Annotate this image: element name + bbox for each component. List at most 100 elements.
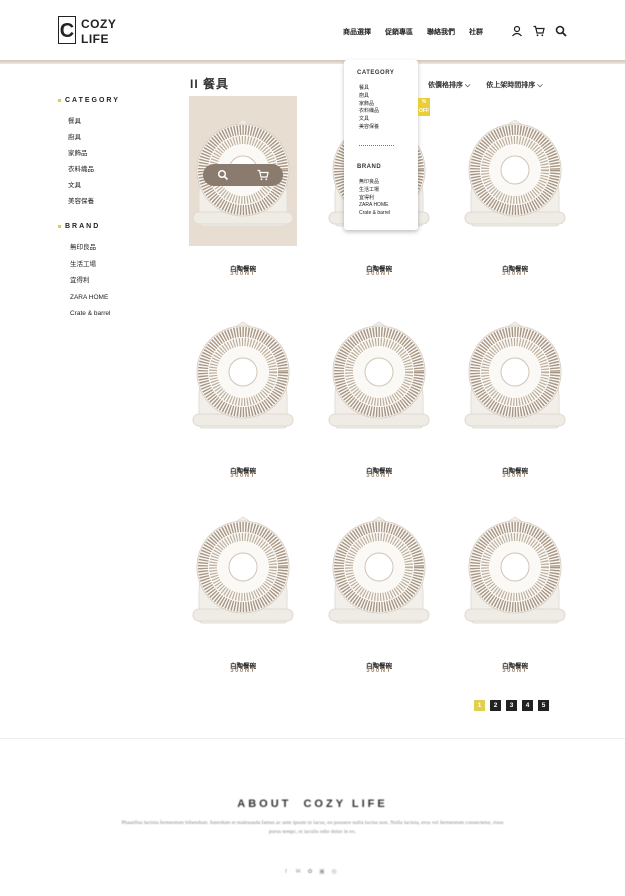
fan-image	[192, 321, 294, 429]
product-image[interactable]	[461, 493, 569, 643]
fan-image	[464, 321, 566, 429]
page-title: II 餐具	[190, 77, 230, 91]
fan-image	[464, 119, 566, 227]
logo-word-2: LIFE	[81, 32, 109, 46]
product-price: 300NT	[502, 668, 528, 674]
page-button-5[interactable]: 5	[538, 700, 549, 711]
sidebar-item-tableware[interactable]: 餐具	[68, 114, 168, 130]
sidebar-brand-title: BRAND	[58, 220, 168, 232]
product-price: 300NT	[230, 473, 256, 479]
about-text: Phasellus lacinia fermentum bibendum. In…	[121, 820, 504, 835]
fan-image	[328, 321, 430, 429]
dropdown-separator	[359, 145, 394, 146]
sort-by-date[interactable]: 依上架時間排序 ⌵	[486, 80, 542, 90]
user-icon[interactable]	[511, 24, 523, 37]
product-card[interactable]: 白陶餐碗 300NT	[325, 298, 433, 498]
product-price: 300NT	[366, 271, 392, 277]
facebook-icon[interactable]: f	[282, 868, 290, 876]
sale-badge: % OFF	[418, 98, 430, 116]
fan-image	[464, 516, 566, 624]
product-card[interactable]: 白陶餐碗 300NT	[461, 298, 569, 498]
social-icon[interactable]: ✿	[306, 868, 314, 876]
dropdown-brand-title: BRAND	[357, 164, 382, 170]
mail-icon[interactable]: ✉	[294, 868, 302, 876]
product-image[interactable]	[325, 493, 433, 643]
sidebar-item-zara-home[interactable]: ZARA HOME	[70, 290, 168, 307]
product-price: 300NT	[366, 668, 392, 674]
bullet-icon	[58, 224, 61, 228]
nav-products[interactable]: 商品選擇	[343, 27, 371, 37]
footer-divider	[0, 738, 625, 739]
sort-controls: 依價格排序 ⌵ 依上架時間排序 ⌵	[428, 80, 543, 90]
header-divider	[0, 60, 625, 64]
instagram-icon[interactable]: ▣	[318, 868, 326, 876]
sidebar-item-beauty[interactable]: 美容保養	[68, 194, 168, 210]
sidebar-item-crate-barrel[interactable]: Crate & barrel	[70, 306, 168, 323]
dropdown-item[interactable]: 廚具	[359, 93, 379, 101]
dropdown-item[interactable]: Crate & barrel	[359, 210, 390, 218]
bullet-icon	[58, 98, 61, 102]
product-image[interactable]	[189, 96, 297, 246]
brand-list: 無印良品 生活工場 宜得利 ZARA HOME Crate & barrel	[68, 240, 168, 323]
logo-word-1: COZY	[81, 17, 117, 31]
dropdown-category-title: CATEGORY	[357, 70, 395, 76]
product-card[interactable]: 白陶餐碗 300NT	[461, 96, 569, 296]
sidebar-item-life-workshop[interactable]: 生活工場	[70, 257, 168, 274]
dropdown-item[interactable]: ZARA HOME	[359, 202, 390, 210]
product-price: 300NT	[502, 473, 528, 479]
product-image[interactable]	[461, 298, 569, 448]
page-button-4[interactable]: 4	[522, 700, 533, 711]
product-price: 300NT	[366, 473, 392, 479]
sort-by-price[interactable]: 依價格排序 ⌵	[428, 80, 470, 90]
category-dropdown: CATEGORY 餐具 廚具 家飾品 衣料織品 文具 美容保養 BRAND 無印…	[344, 60, 418, 230]
nav-promotions[interactable]: 促銷專區	[385, 27, 413, 37]
search-icon[interactable]	[217, 169, 229, 181]
product-card[interactable]: 白陶餐碗 300NT	[189, 96, 297, 296]
dropdown-item[interactable]: 美容保養	[359, 124, 379, 132]
product-price: 300NT	[230, 271, 256, 277]
sidebar-item-muji[interactable]: 無印良品	[70, 240, 168, 257]
product-image[interactable]	[189, 298, 297, 448]
cart-icon[interactable]	[257, 169, 269, 181]
nav-community[interactable]: 社群	[469, 27, 483, 37]
sidebar-item-stationery[interactable]: 文具	[68, 178, 168, 194]
dropdown-brand-list: 無印良品 生活工場 宜得利 ZARA HOME Crate & barrel	[359, 179, 390, 218]
header: C COZY LIFE 商品選擇 促銷專區 聯絡我們 社群	[0, 0, 625, 60]
dropdown-item[interactable]: 餐具	[359, 85, 379, 93]
dropdown-item[interactable]: 宜得利	[359, 195, 390, 203]
header-icons	[511, 24, 567, 37]
product-card[interactable]: 白陶餐碗 300NT	[461, 493, 569, 693]
dropdown-item[interactable]: 無印良品	[359, 179, 390, 187]
product-price: 300NT	[230, 668, 256, 674]
sidebar-item-home-decor[interactable]: 家飾品	[68, 146, 168, 162]
page-button-1[interactable]: 1	[474, 700, 485, 711]
dropdown-category-list: 餐具 廚具 家飾品 衣料織品 文具 美容保養	[359, 85, 379, 132]
sidebar: CATEGORY 餐具 廚具 家飾品 衣料織品 文具 美容保養 BRAND 無印…	[58, 94, 168, 323]
sidebar-item-nitori[interactable]: 宜得利	[70, 273, 168, 290]
sidebar-item-kitchenware[interactable]: 廚具	[68, 130, 168, 146]
fan-image	[328, 516, 430, 624]
sidebar-category-title: CATEGORY	[58, 94, 168, 106]
product-image[interactable]	[325, 298, 433, 448]
main-nav: 商品選擇 促銷專區 聯絡我們 社群	[343, 27, 497, 37]
nav-contact[interactable]: 聯絡我們	[427, 27, 455, 37]
dropdown-item[interactable]: 文具	[359, 116, 379, 124]
sidebar-item-textiles[interactable]: 衣料織品	[68, 162, 168, 178]
product-card[interactable]: 白陶餐碗 300NT	[325, 493, 433, 693]
search-icon[interactable]	[555, 24, 567, 37]
category-list: 餐具 廚具 家飾品 衣料織品 文具 美容保養	[68, 114, 168, 210]
pinterest-icon[interactable]: ◎	[330, 868, 338, 876]
product-card[interactable]: 白陶餐碗 300NT	[189, 493, 297, 693]
fan-image	[192, 516, 294, 624]
cart-icon[interactable]	[533, 24, 545, 37]
product-image[interactable]	[461, 96, 569, 246]
logo-mark: C	[58, 16, 76, 44]
product-image[interactable]	[189, 493, 297, 643]
dropdown-item[interactable]: 生活工場	[359, 187, 390, 195]
product-card[interactable]: 白陶餐碗 300NT	[189, 298, 297, 498]
pagination: 12345	[474, 700, 549, 711]
quick-actions	[203, 164, 283, 186]
page-button-3[interactable]: 3	[506, 700, 517, 711]
page-button-2[interactable]: 2	[490, 700, 501, 711]
about-heading: ABOUT COZY LIFE	[237, 798, 388, 810]
